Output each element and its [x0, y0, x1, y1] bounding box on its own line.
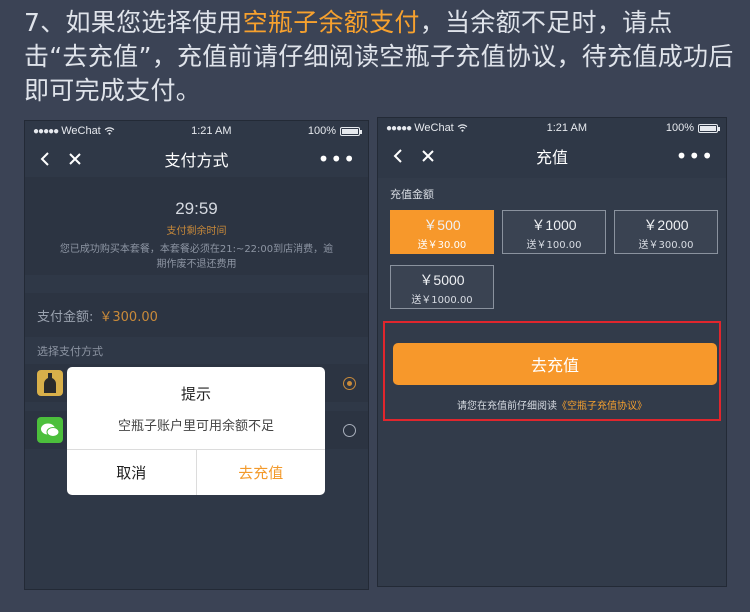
amount-option-1000[interactable]: ￥1000 送￥100.00 [502, 210, 606, 254]
agreement-notice: 请您在充值前仔细阅读《空瓶子充值协议》 [385, 397, 719, 412]
close-icon[interactable] [420, 148, 436, 164]
more-menu-button[interactable]: ••• [276, 147, 356, 171]
countdown-panel: 29:59 支付剩余时间 您已成功购买本套餐，本套餐必须在21:~22:00到店… [25, 177, 368, 275]
instruction-before: 7、如果您选择使用 [24, 8, 243, 37]
status-bar: ●●●●● WeChat 1:21 AM 100% [378, 118, 726, 138]
wechat-pay-icon [37, 417, 63, 443]
battery-icon [340, 126, 362, 136]
amount-option-5000[interactable]: ￥5000 送￥1000.00 [390, 265, 494, 309]
battery-label: 100% [307, 125, 336, 137]
recharge-screen: ●●●●● WeChat 1:21 AM 100% 充值 ••• 充值金额 ￥50… [377, 117, 727, 587]
dialog-title: 提示 [180, 385, 211, 403]
dialog-message: 空瓶子账户里可用余额不足 [117, 419, 274, 434]
countdown-timer: 29:59 [175, 199, 218, 218]
amount-option-500[interactable]: ￥500 送￥30.00 [390, 210, 494, 254]
payment-method-screen: ●●●●● WeChat 1:21 AM 100% 支付方式 ••• 29:59 … [24, 120, 369, 590]
back-icon[interactable] [37, 151, 53, 167]
insufficient-balance-dialog: 提示 空瓶子账户里可用余额不足 取消 去充值 [67, 367, 325, 495]
nav-bar: 充值 ••• [378, 138, 726, 174]
dialog-recharge-button[interactable]: 去充值 [197, 450, 326, 495]
amount-gift: 送￥300.00 [638, 240, 694, 251]
amount-gift: 送￥30.00 [417, 240, 467, 251]
purchase-notice: 您已成功购买本套餐，本套餐必须在21:~22:00到店消费，逾期作废不退还费用 [59, 244, 334, 270]
amount-option-2000[interactable]: ￥2000 送￥300.00 [614, 210, 718, 254]
agreement-text: 请您在充值前仔细阅读 [457, 401, 557, 412]
status-time: 1:21 AM [546, 122, 587, 134]
recharge-panel: 充值金额 ￥500 送￥30.00 ￥1000 送￥100.00 ￥2000 送… [378, 178, 726, 586]
agreement-link[interactable]: 《空瓶子充值协议》 [557, 401, 647, 412]
recharge-amount-label: 充值金额 [390, 188, 434, 201]
page-title: 充值 [535, 148, 568, 167]
balance-radio[interactable] [343, 376, 356, 390]
battery-icon [698, 123, 720, 133]
amount-value: ￥1000 [531, 217, 577, 233]
bottle-logo-icon [37, 370, 63, 396]
signal-icon: ●●●●● [386, 122, 412, 134]
battery-label: 100% [665, 122, 694, 134]
amount-value: ￥2000 [643, 217, 689, 233]
payment-amount-value: ￥300.00 [99, 309, 158, 325]
amount-value: ￥5000 [419, 272, 465, 288]
countdown-label: 支付剩余时间 [166, 226, 227, 237]
amount-gift: 送￥1000.00 [411, 295, 473, 306]
payment-amount-label: 支付金额: [37, 309, 94, 325]
instruction-text: 7、如果您选择使用空瓶子余额支付，当余额不足时，请点击“去充值”，充值前请仔细阅… [24, 6, 736, 108]
wechat-radio[interactable] [343, 423, 356, 437]
more-menu-button[interactable]: ••• [634, 144, 714, 168]
back-icon[interactable] [390, 148, 406, 164]
amount-value: ￥500 [423, 217, 461, 233]
recharge-button[interactable]: 去充值 [393, 343, 717, 385]
status-time: 1:21 AM [191, 125, 232, 137]
carrier-label: WeChat [61, 125, 101, 137]
wifi-icon [104, 127, 115, 135]
payment-method-section-label: 选择支付方式 [37, 345, 103, 358]
instruction-highlight: 空瓶子余额支付 [242, 8, 420, 37]
amount-gift: 送￥100.00 [526, 240, 582, 251]
page-title: 支付方式 [164, 151, 229, 170]
nav-bar: 支付方式 ••• [25, 141, 368, 177]
wifi-icon [457, 124, 468, 132]
signal-icon: ●●●●● [33, 125, 59, 137]
status-bar: ●●●●● WeChat 1:21 AM 100% [25, 121, 368, 141]
dialog-cancel-button[interactable]: 取消 [67, 450, 197, 495]
highlight-box: 去充值 请您在充值前仔细阅读《空瓶子充值协议》 [383, 321, 721, 421]
carrier-label: WeChat [414, 122, 454, 134]
close-icon[interactable] [67, 151, 83, 167]
payment-amount-row: 支付金额: ￥300.00 [25, 293, 368, 337]
